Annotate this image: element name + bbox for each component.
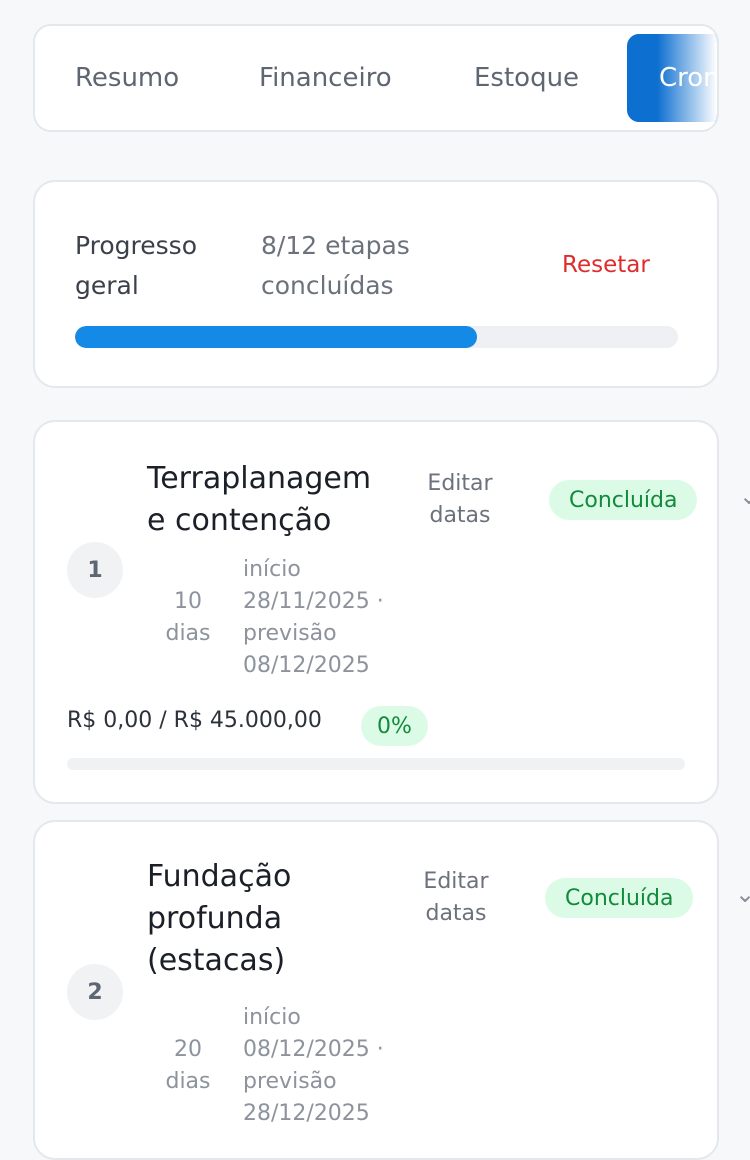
tab-estoque[interactable]: Estoque	[474, 26, 579, 130]
reset-button[interactable]: Resetar	[562, 252, 650, 278]
progress-count: 8/12 etapas concluídas	[261, 231, 410, 300]
chevron-down-icon[interactable]: ⌄	[739, 482, 750, 510]
status-badge: Concluída	[549, 480, 698, 520]
edit-dates-button[interactable]: Editar datas	[415, 468, 505, 532]
stage-card: Fundação profunda (estacas) Editar datas…	[33, 820, 750, 1160]
progress-label: Progresso geral	[75, 231, 197, 300]
edit-dates-button[interactable]: Editar datas	[411, 866, 501, 930]
stage-dates: início 28/11/2025 · previsão 08/12/2025	[243, 557, 384, 678]
overall-progress-card: Progresso geral 8/12 etapas concluídas R…	[33, 180, 719, 388]
stage-number: 1	[67, 542, 123, 598]
tab-financeiro[interactable]: Financeiro	[259, 26, 392, 130]
stage-number: 2	[67, 964, 123, 1020]
chevron-down-icon[interactable]: ⌄	[735, 880, 750, 908]
overall-progress-fill	[75, 326, 477, 348]
budget-percent-badge: 0%	[361, 706, 428, 746]
stage-title: Terraplanagem e contenção	[147, 461, 372, 538]
tab-resumo[interactable]: Resumo	[75, 26, 179, 130]
stage-card: Terraplanagem e contenção Editar datas C…	[33, 420, 750, 804]
tab-cronograma[interactable]: Cronograma	[627, 34, 717, 122]
stage-duration: 20 dias	[165, 1037, 211, 1094]
stage-title: Fundação profunda (estacas)	[147, 859, 292, 978]
budget-progress-bar	[67, 758, 685, 770]
status-badge: Concluída	[545, 878, 694, 918]
section-tabs: Resumo Financeiro Estoque Cronograma	[33, 24, 719, 132]
stage-budget: R$ 0,00 / R$ 45.000,00	[67, 708, 322, 733]
overall-progress-bar	[75, 326, 678, 348]
stage-dates: início 08/12/2025 · previsão 28/12/2025	[243, 1005, 384, 1126]
stage-duration: 10 dias	[165, 589, 211, 646]
